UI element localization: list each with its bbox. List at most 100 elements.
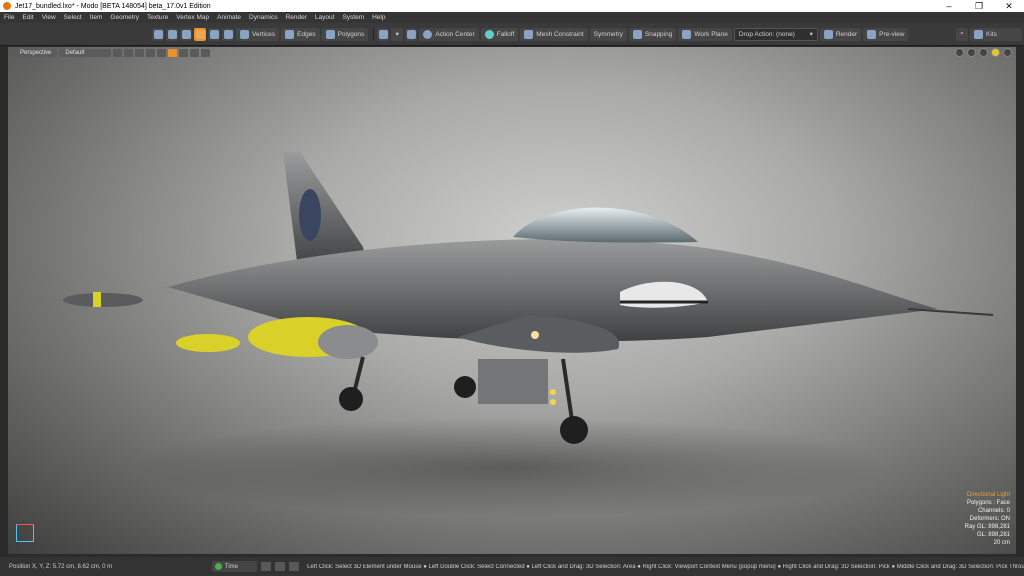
menu-vertex-map[interactable]: Vertex Map [172, 14, 213, 21]
component-mode-button[interactable] [377, 27, 390, 41]
vertex-icon [240, 29, 249, 39]
kits-label: Kits [986, 30, 997, 38]
item-mode-button[interactable] [180, 27, 192, 41]
info-channels: Channels: 0 [977, 508, 1010, 514]
shading-select[interactable]: Default [59, 48, 112, 57]
axis-gizmo-icon [16, 524, 34, 542]
work-plane-icon [682, 29, 692, 39]
mesh-constraint-icon [524, 29, 534, 39]
viewport-header: Perspective Default [8, 47, 1016, 58]
auto-select-button[interactable] [194, 27, 206, 41]
menu-file[interactable]: File [0, 14, 18, 21]
snapping-label: Snapping [644, 30, 673, 38]
auto-select-icon [195, 29, 205, 39]
action-center-button[interactable]: Action Center [419, 27, 479, 41]
shield-mode-button[interactable] [405, 27, 418, 41]
menu-edit[interactable]: Edit [18, 14, 37, 21]
3d-viewport[interactable]: Perspective Default Directional Light Po… [8, 47, 1016, 554]
window-titlebar: Jet17_bundled.lxo* - Modo [BETA 148054] … [0, 0, 1024, 12]
main-toolbar: Vertices Edges Polygons ▾ Action Center … [0, 23, 1024, 46]
search-button[interactable]: ⌕ [956, 27, 968, 41]
info-deformers: Deformers: ON [969, 516, 1010, 522]
time-button[interactable]: Time [211, 561, 258, 572]
view-mode-select[interactable]: Perspective [14, 48, 58, 57]
minimize-button[interactable]: – [934, 0, 964, 12]
light-icon[interactable] [991, 48, 1000, 57]
zoom-icon[interactable] [967, 48, 976, 57]
drop-action-select[interactable]: Drop Action: (none) ▾ [733, 27, 818, 41]
maximize-viewport-icon[interactable] [1003, 48, 1012, 57]
lasso-tool-button[interactable] [166, 27, 178, 41]
info-light: Directional Light [966, 492, 1010, 498]
position-readout: Position X, Y, Z: 5.72 cm, 8.62 cm, 0 m [9, 563, 113, 570]
pan-icon[interactable] [955, 48, 964, 57]
polygon-icon [325, 29, 335, 39]
info-ray-gl: Ray GL: 898,281 [964, 524, 1010, 530]
viewport-option-button[interactable] [113, 48, 123, 57]
menu-item[interactable]: Item [86, 14, 107, 21]
toolbar-separator [373, 27, 375, 41]
preview-icon [867, 29, 877, 39]
render-button[interactable]: Render [819, 27, 862, 41]
viewport-option-button[interactable] [146, 48, 156, 57]
close-button[interactable]: ✕ [994, 0, 1024, 12]
menu-geometry[interactable]: Geometry [106, 14, 143, 21]
materials-mode-button[interactable] [208, 27, 220, 41]
viewport-info-overlay: Directional Light Polygons : Face Channe… [965, 491, 1010, 547]
polygons-label: Polygons [337, 30, 365, 38]
maximize-button[interactable]: ❐ [964, 0, 994, 12]
chevron-down-icon: ▾ [809, 31, 813, 38]
item-icon [181, 29, 191, 39]
menu-dynamics[interactable]: Dynamics [245, 14, 282, 21]
clock-icon [214, 563, 222, 570]
menu-select[interactable]: Select [60, 14, 86, 21]
kits-button[interactable]: Kits [970, 27, 1022, 41]
preview-label: Pre-view [879, 30, 905, 38]
time-label: Time [224, 563, 239, 570]
work-plane-label: Work Plane [694, 30, 728, 38]
info-polygons: Polygons : Face [966, 500, 1010, 506]
falloff-icon [484, 29, 494, 39]
viewport-option-button[interactable] [190, 48, 200, 57]
preview-button[interactable]: Pre-view [863, 27, 909, 41]
pivot-icon [223, 29, 233, 39]
menu-animate[interactable]: Animate [213, 14, 245, 21]
viewport-option-button[interactable] [179, 48, 189, 57]
action-center-label: Action Center [435, 30, 475, 38]
modo-app-icon [3, 2, 11, 10]
command-icon[interactable] [289, 562, 300, 571]
info-gl: GL: 898,281 [976, 532, 1010, 538]
menu-view[interactable]: View [38, 14, 60, 21]
lasso-icon [167, 29, 177, 39]
work-plane-button[interactable]: Work Plane [678, 27, 732, 41]
menu-layout[interactable]: Layout [311, 14, 339, 21]
viewport-option-button[interactable] [168, 48, 178, 57]
list-icon[interactable] [275, 562, 286, 571]
jet-render [63, 152, 994, 517]
cursor-icon [153, 29, 163, 39]
chevron-down-icon: ▾ [395, 31, 399, 38]
symmetry-label: Symmetry [593, 30, 623, 38]
symmetry-button[interactable]: Symmetry [589, 27, 627, 41]
menu-system[interactable]: System [338, 14, 368, 21]
menu-texture[interactable]: Texture [143, 14, 172, 21]
rotate-icon[interactable] [979, 48, 988, 57]
viewport-option-button[interactable] [201, 48, 211, 57]
layout-icon[interactable] [261, 562, 272, 571]
drop-action-label: Drop Action: (none) [738, 30, 795, 38]
snapping-button[interactable]: Snapping [628, 27, 677, 41]
polygons-mode-button[interactable]: Polygons [321, 27, 369, 41]
vertices-mode-button[interactable]: Vertices [236, 27, 280, 41]
select-tool-button[interactable] [152, 27, 164, 41]
mesh-constraint-button[interactable]: Mesh Constraint [520, 27, 588, 41]
viewport-option-button[interactable] [124, 48, 134, 57]
component-dropdown-button[interactable]: ▾ [391, 27, 404, 41]
pivot-mode-button[interactable] [222, 27, 234, 41]
falloff-button[interactable]: Falloff [480, 27, 519, 41]
menu-help[interactable]: Help [368, 14, 389, 21]
viewport-option-button[interactable] [135, 48, 145, 57]
menu-render[interactable]: Render [282, 14, 311, 21]
snapping-icon [632, 29, 642, 39]
viewport-option-button[interactable] [157, 48, 167, 57]
edges-mode-button[interactable]: Edges [281, 27, 320, 41]
